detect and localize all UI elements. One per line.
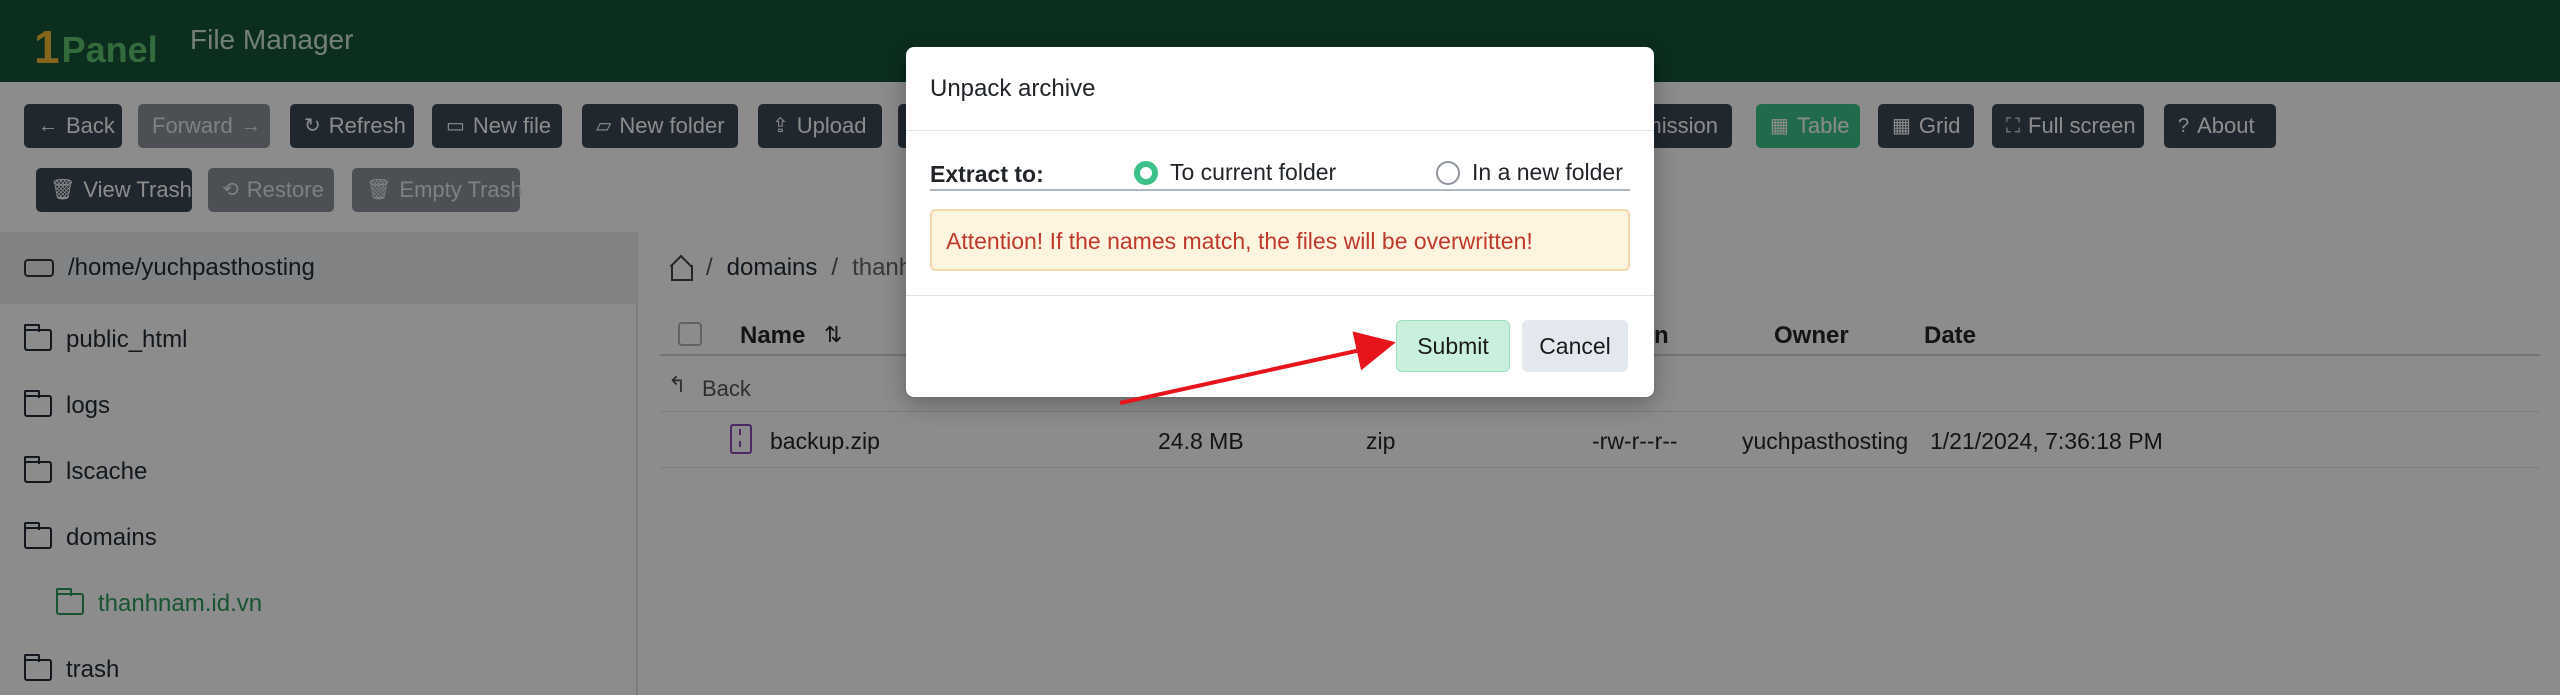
radio-new-folder-label: In a new folder xyxy=(1472,159,1623,185)
extract-to-field: Extract to: To current folder In a new f… xyxy=(930,155,1630,191)
radio-current-folder[interactable]: To current folder xyxy=(1134,159,1336,186)
dialog-footer-divider xyxy=(906,295,1654,296)
submit-button[interactable]: Submit xyxy=(1396,320,1510,372)
cancel-button[interactable]: Cancel xyxy=(1522,320,1628,372)
radio-unchecked-icon[interactable] xyxy=(1436,160,1460,185)
dialog-header: Unpack archive xyxy=(906,47,1654,131)
submit-button-label: Submit xyxy=(1417,332,1489,359)
radio-current-folder-label: To current folder xyxy=(1170,159,1337,185)
dialog-title: Unpack archive xyxy=(930,75,1096,102)
overwrite-warning-text: Attention! If the names match, the files… xyxy=(946,228,1533,254)
radio-checked-icon[interactable] xyxy=(1134,160,1158,185)
extract-to-label: Extract to: xyxy=(930,161,1044,187)
overwrite-warning: Attention! If the names match, the files… xyxy=(930,209,1630,271)
unpack-archive-dialog: Unpack archive Extract to: To current fo… xyxy=(906,47,1654,397)
cancel-button-label: Cancel xyxy=(1539,332,1611,359)
radio-new-folder[interactable]: In a new folder xyxy=(1436,159,1623,186)
